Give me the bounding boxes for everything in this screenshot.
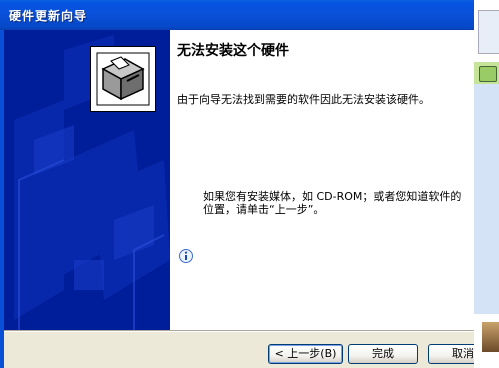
page-heading: 无法安装这个硬件 <box>177 43 289 59</box>
hint-line-1: 如果您有安装媒体，如 CD-ROM；或者您知道软件的 <box>203 190 462 203</box>
message-icon[interactable] <box>479 66 497 82</box>
finish-button[interactable]: 完成 <box>348 344 418 364</box>
hardware-install-icon <box>90 46 156 112</box>
wizard-content: 无法安装这个硬件 由于向导无法找到需要的软件因此无法安装该硬件。 如果您有安装媒… <box>170 30 474 330</box>
title-bar[interactable]: 硬件更新向导 <box>0 0 474 30</box>
app-panel <box>474 84 499 314</box>
back-button[interactable]: < 上一步(B) <box>268 344 343 364</box>
cancel-button[interactable]: 取消 <box>428 344 474 364</box>
avatar[interactable] <box>482 322 499 352</box>
error-message: 由于向导无法找到需要的软件因此无法安装该硬件。 <box>177 93 430 106</box>
hint-line-2: 位置，请单击“上一步”。 <box>203 203 325 216</box>
wizard-banner <box>4 30 170 330</box>
background-app-strip <box>474 0 499 368</box>
info-icon <box>178 248 194 264</box>
app-logo-icon <box>478 10 499 54</box>
hardware-update-wizard-window: 硬件更新向导 无法安装这个硬件 由于向导无法找到需要的软件因此无法安装该硬件。 … <box>0 0 474 368</box>
button-separator-highlight <box>4 331 474 332</box>
window-title: 硬件更新向导 <box>9 9 88 23</box>
hint-text: 如果您有安装媒体，如 CD-ROM；或者您知道软件的 位置，请单击“上一步”。 <box>203 190 461 216</box>
